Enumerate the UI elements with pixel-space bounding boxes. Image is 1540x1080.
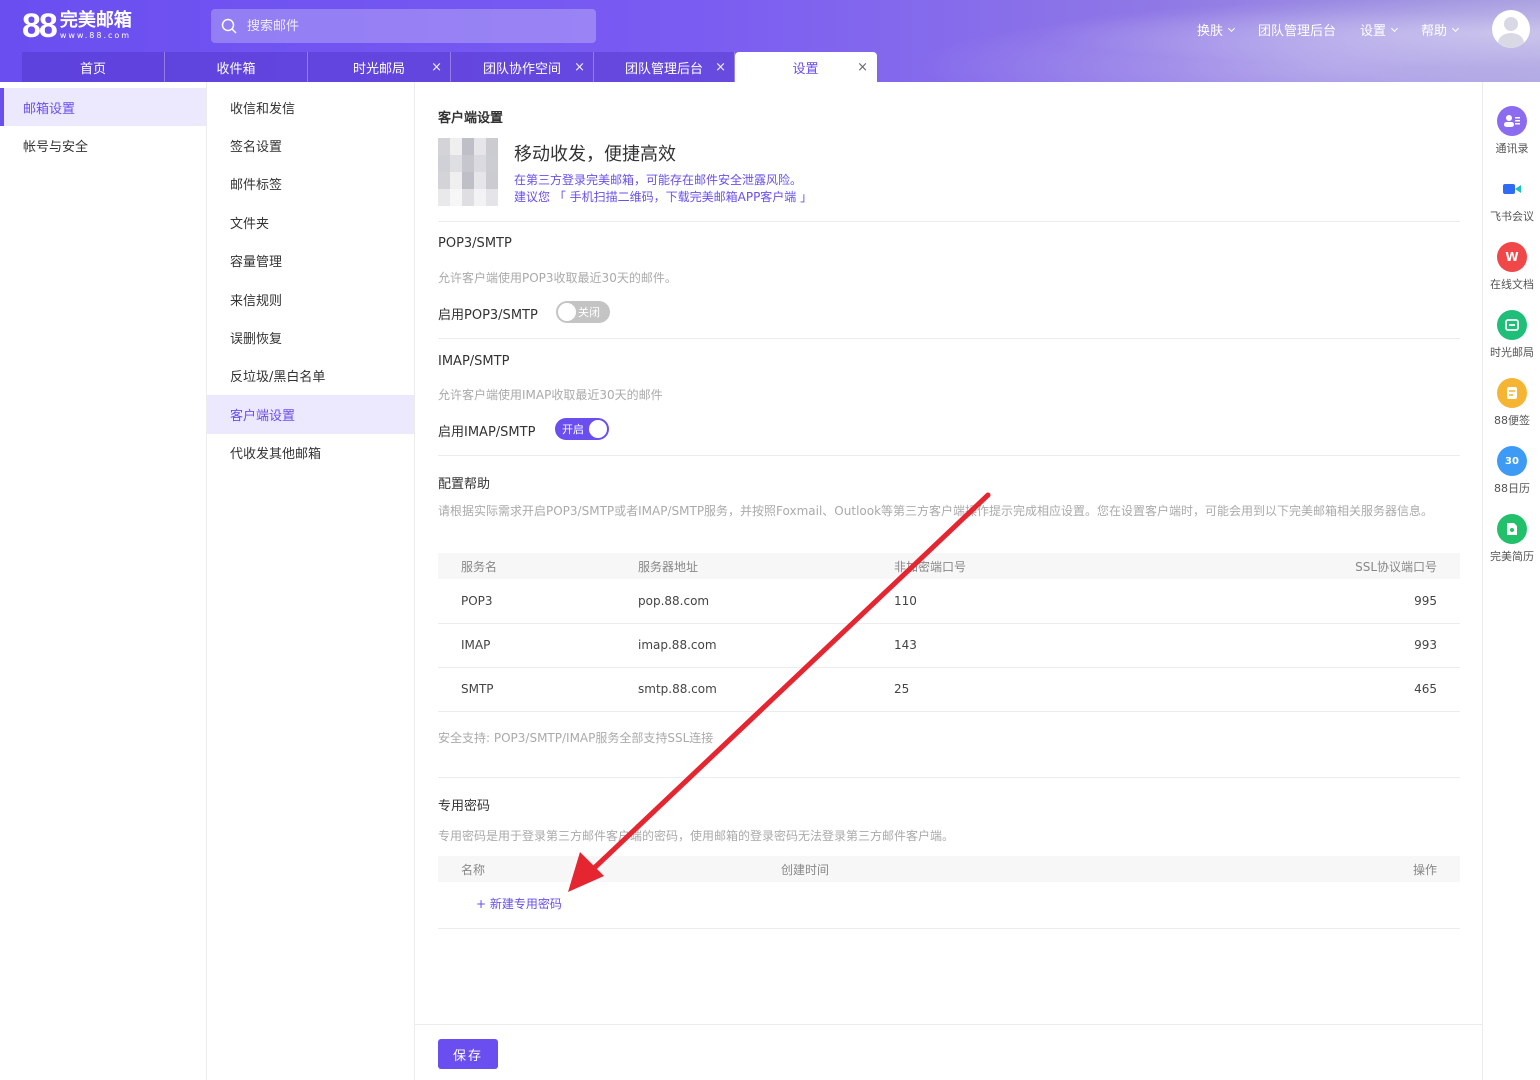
tab-home[interactable]: 首页 (22, 52, 165, 82)
chevron-down-icon (1451, 24, 1460, 32)
tab-settings[interactable]: 设置 × (735, 52, 877, 82)
app-logo[interactable]: 88 完美邮箱 www.88.com (22, 8, 132, 44)
search-input[interactable] (247, 18, 547, 34)
tab-team-admin[interactable]: 团队管理后台 × (594, 52, 735, 82)
imap-toggle-label: 启用IMAP/SMTP (438, 425, 536, 440)
avatar[interactable] (1492, 10, 1530, 48)
subnav-signature[interactable]: 签名设置 (207, 126, 414, 164)
subnav-client-settings[interactable]: 客户端设置 (207, 395, 414, 434)
divider (438, 338, 1460, 339)
calendar-icon: 30 (1497, 446, 1527, 476)
team-admin-link[interactable]: 团队管理后台 (1258, 20, 1336, 39)
close-icon[interactable]: × (431, 60, 442, 75)
subnav-mail-labels[interactable]: 邮件标签 (207, 165, 414, 203)
app-password-title: 专用密码 (438, 799, 491, 814)
help-menu[interactable]: 帮助 (1421, 20, 1460, 39)
divider (438, 455, 1460, 456)
app-qr-code (438, 138, 498, 206)
imap-hint: 允许客户端使用IMAP收取最近30天的邮件 (438, 388, 663, 402)
imap-section-title: IMAP/SMTP (438, 354, 510, 369)
close-icon[interactable]: × (857, 60, 868, 75)
server-info-table: 服务名 服务器地址 非加密端口号 SSL协议端口号 POP3 pop.88.co… (438, 553, 1460, 712)
right-app-rail: 通讯录 飞书会议 W 在线文档 时光邮局 88便签 30 88日历 完美简历 (1482, 82, 1540, 1080)
promo-suggestion[interactable]: 建议您 「 手机扫描二维码，下载完美邮箱APP客户端 」 (514, 188, 812, 205)
top-nav: 换肤 团队管理后台 设置 帮助 (1197, 20, 1460, 39)
rail-resume[interactable]: 完美简历 (1483, 514, 1540, 564)
rail-contacts[interactable]: 通讯录 (1483, 106, 1540, 156)
table-row: SMTP smtp.88.com 25 465 (438, 667, 1460, 712)
sidebar-item-mailbox-settings[interactable]: 邮箱设置 (0, 88, 206, 126)
table-header: 服务名 服务器地址 非加密端口号 SSL协议端口号 (438, 553, 1460, 579)
save-button[interactable]: 保存 (438, 1039, 498, 1069)
page-title: 客户端设置 (438, 111, 504, 126)
note-icon (1497, 378, 1527, 408)
logo-number: 88 (22, 7, 58, 45)
subnav-folders[interactable]: 文件夹 (207, 203, 414, 241)
new-app-password-button[interactable]: + 新建专用密码 (476, 895, 562, 912)
rail-online-docs[interactable]: W 在线文档 (1483, 242, 1540, 292)
sidebar-item-account-security[interactable]: 帐号与安全 (0, 126, 206, 164)
promo-warning: 在第三方登录完美邮箱，可能存在邮件安全泄露风险。 (514, 173, 803, 187)
table-header: 名称 创建时间 操作 (438, 856, 1460, 882)
chevron-down-icon (1227, 24, 1235, 32)
logo-url: www.88.com (59, 31, 132, 40)
save-bar: 保存 (415, 1024, 1482, 1080)
logo-name: 完美邮箱 (59, 10, 132, 31)
config-help-title: 配置帮助 (438, 477, 491, 492)
tab-team-space[interactable]: 团队协作空间 × (451, 52, 594, 82)
contacts-icon (1497, 106, 1527, 136)
rail-feishu-meeting[interactable]: 飞书会议 (1483, 174, 1540, 224)
pop3-section-title: POP3/SMTP (438, 236, 512, 251)
divider (438, 777, 1460, 778)
subnav-rules[interactable]: 来信规则 (207, 280, 414, 318)
table-row: POP3 pop.88.com 110 995 (438, 579, 1460, 624)
settings-category-sidebar: 邮箱设置 帐号与安全 (0, 82, 207, 1080)
search-box[interactable] (211, 9, 596, 43)
pop3-toggle-label: 启用POP3/SMTP (438, 308, 538, 323)
subnav-storage[interactable]: 容量管理 (207, 242, 414, 280)
pop3-hint: 允许客户端使用POP3收取最近30天的邮件。 (438, 271, 677, 285)
pop3-toggle[interactable]: 关闭 (556, 301, 610, 323)
video-meeting-icon (1497, 174, 1527, 204)
app-password-table: 名称 创建时间 操作 (438, 856, 1460, 882)
search-icon (221, 18, 237, 34)
rail-calendar[interactable]: 30 88日历 (1483, 446, 1540, 496)
client-settings-panel: 客户端设置 移动收发，便捷高效 在第三方登录完美邮箱，可能存在邮件安全泄露风险。… (438, 82, 1460, 1080)
close-icon[interactable]: × (715, 60, 726, 75)
app-password-desc: 专用密码是用于登录第三方邮件客户端的密码，使用邮箱的登录密码无法登录第三方邮件客… (438, 829, 955, 843)
rail-time-mail[interactable]: 时光邮局 (1483, 310, 1540, 360)
config-help-desc: 请根据实际需求开启POP3/SMTP或者IMAP/SMTP服务，并按照Foxma… (438, 504, 1434, 518)
ssl-note: 安全支持: POP3/SMTP/IMAP服务全部支持SSL连接 (438, 731, 714, 745)
divider (438, 221, 1460, 222)
tab-time-mail[interactable]: 时光邮局 × (308, 52, 451, 82)
top-header: 88 完美邮箱 www.88.com 换肤 团队管理后台 设置 帮助 首页 收件… (0, 0, 1540, 82)
settings-menu[interactable]: 设置 (1360, 20, 1399, 39)
rail-notes[interactable]: 88便签 (1483, 378, 1540, 428)
subnav-recovery[interactable]: 误删恢复 (207, 318, 414, 356)
divider (438, 928, 1460, 929)
time-mail-icon (1497, 310, 1527, 340)
skin-menu[interactable]: 换肤 (1197, 20, 1235, 39)
promo-title: 移动收发，便捷高效 (514, 144, 676, 165)
wps-doc-icon: W (1497, 242, 1527, 272)
subnav-send-receive[interactable]: 收信和发信 (207, 88, 414, 126)
resume-icon (1497, 514, 1527, 544)
settings-subnav: 收信和发信 签名设置 邮件标签 文件夹 容量管理 来信规则 误删恢复 反垃圾/黑… (207, 82, 415, 1080)
tab-inbox[interactable]: 收件箱 (165, 52, 308, 82)
header-background-art (840, 0, 1540, 82)
tab-bar: 首页 收件箱 时光邮局 × 团队协作空间 × 团队管理后台 × 设置 × (22, 52, 877, 82)
chevron-down-icon (1390, 24, 1399, 32)
close-icon[interactable]: × (574, 60, 585, 75)
table-row: IMAP imap.88.com 143 993 (438, 623, 1460, 668)
subnav-other-mailboxes[interactable]: 代收发其他邮箱 (207, 434, 414, 472)
subnav-spam-lists[interactable]: 反垃圾/黑白名单 (207, 357, 414, 395)
imap-toggle[interactable]: 开启 (555, 418, 609, 440)
